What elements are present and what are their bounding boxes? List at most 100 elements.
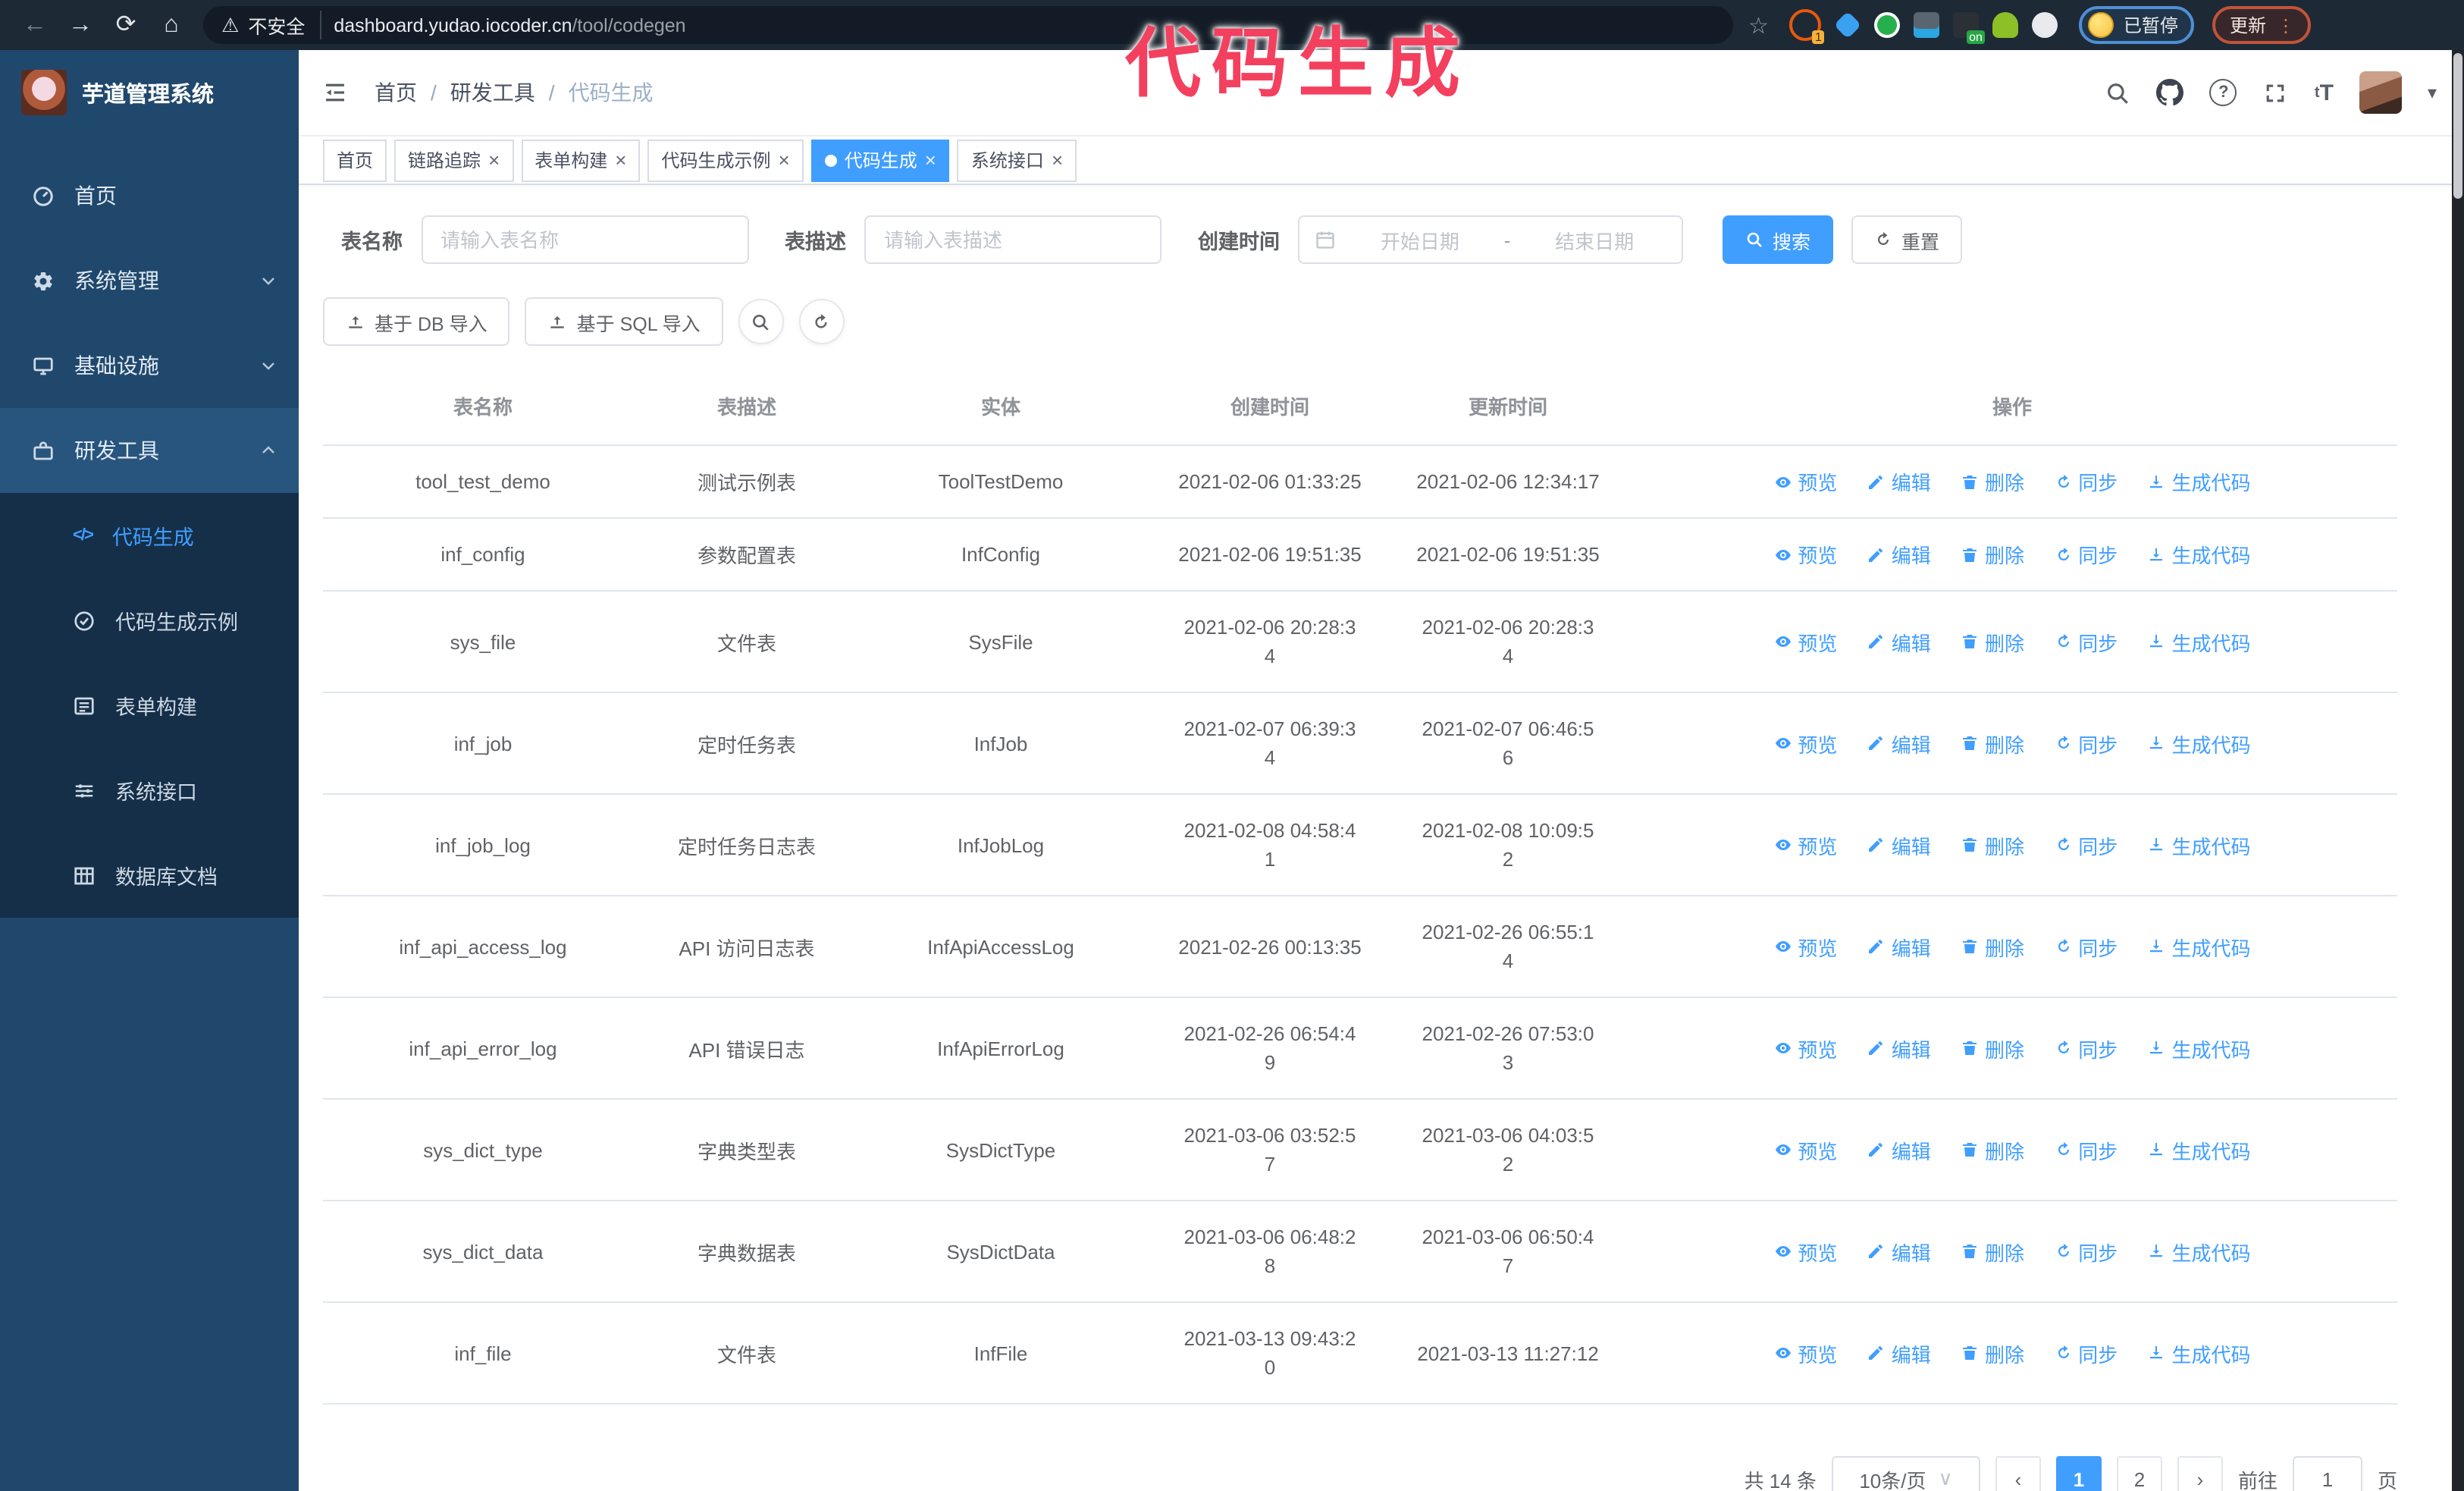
delete-link[interactable]: 删除: [1961, 932, 2024, 961]
edit-link[interactable]: 编辑: [1867, 1237, 1931, 1266]
table-row[interactable]: inf_job_log 定时任务日志表 InfJobLog 2021-02-08…: [323, 794, 2397, 896]
preview-link[interactable]: 预览: [1773, 1339, 1837, 1367]
tab-tracing[interactable]: 链路追踪 ×: [394, 139, 514, 181]
sidebar-collapse-icon[interactable]: [321, 79, 349, 106]
generate-code-link[interactable]: 生成代码: [2148, 540, 2251, 569]
browser-extension-icon[interactable]: [1914, 12, 1940, 38]
goto-page-input[interactable]: [2292, 1456, 2362, 1491]
reset-button[interactable]: 重置: [1851, 215, 1963, 264]
page-scrollbar[interactable]: [2452, 50, 2464, 1491]
edit-link[interactable]: 编辑: [1867, 1135, 1931, 1164]
table-row[interactable]: inf_job 定时任务表 InfJob 2021-02-07 06:39:3 …: [323, 692, 2397, 795]
sync-link[interactable]: 同步: [2054, 627, 2118, 656]
close-icon[interactable]: ×: [1052, 150, 1063, 170]
generate-code-link[interactable]: 生成代码: [2148, 627, 2251, 656]
edit-link[interactable]: 编辑: [1867, 1339, 1931, 1367]
preview-link[interactable]: 预览: [1773, 467, 1837, 496]
browser-extension-icon[interactable]: [1834, 11, 1863, 39]
browser-home-button[interactable]: ⌂: [152, 5, 191, 45]
table-row[interactable]: inf_api_error_log API 错误日志 InfApiErrorLo…: [323, 997, 2397, 1100]
preview-link[interactable]: 预览: [1773, 830, 1837, 859]
preview-link[interactable]: 预览: [1773, 627, 1837, 656]
page-size-select[interactable]: 10条/页 ∨: [1831, 1456, 1980, 1491]
sidebar-item-home[interactable]: 首页: [0, 153, 299, 238]
github-icon[interactable]: [2156, 79, 2184, 106]
table-row[interactable]: sys_dict_data 字典数据表 SysDictData 2021-03-…: [323, 1201, 2397, 1303]
sidebar-item-system-api[interactable]: 系统接口: [0, 748, 299, 833]
delete-link[interactable]: 删除: [1961, 1237, 2024, 1266]
extensions-puzzle-icon[interactable]: [2032, 12, 2058, 38]
scrollbar-thumb[interactable]: [2453, 53, 2462, 199]
address-bar[interactable]: ⚠ 不安全 dashboard.yudao.iocoder.cn/tool/co…: [203, 6, 1733, 44]
sync-link[interactable]: 同步: [2054, 1135, 2118, 1164]
table-row[interactable]: sys_dict_type 字典类型表 SysDictType 2021-03-…: [323, 1099, 2397, 1201]
breadcrumb-devtools[interactable]: 研发工具: [450, 77, 535, 108]
sidebar-item-system[interactable]: 系统管理: [0, 238, 299, 323]
sidebar-item-devtools[interactable]: 研发工具: [0, 408, 299, 493]
sync-link[interactable]: 同步: [2054, 932, 2118, 961]
sync-link[interactable]: 同步: [2054, 1237, 2118, 1266]
prev-page-button[interactable]: ‹: [1995, 1456, 2041, 1491]
delete-link[interactable]: 删除: [1961, 627, 2024, 656]
generate-code-link[interactable]: 生成代码: [2148, 1034, 2251, 1063]
generate-code-link[interactable]: 生成代码: [2148, 932, 2251, 961]
table-row[interactable]: tool_test_demo 测试示例表 ToolTestDemo 2021-0…: [323, 445, 2397, 519]
generate-code-link[interactable]: 生成代码: [2148, 1135, 2251, 1164]
sync-link[interactable]: 同步: [2054, 467, 2118, 496]
tab-form-builder[interactable]: 表单构建 ×: [521, 139, 641, 181]
generate-code-link[interactable]: 生成代码: [2148, 1339, 2251, 1367]
page-button-1[interactable]: 1: [2055, 1456, 2102, 1491]
sidebar-item-form-builder[interactable]: 表单构建: [0, 663, 299, 748]
close-icon[interactable]: ×: [488, 150, 500, 170]
browser-extension-icon[interactable]: on: [1953, 12, 1986, 44]
preview-link[interactable]: 预览: [1773, 932, 1837, 961]
edit-link[interactable]: 编辑: [1867, 1034, 1931, 1063]
date-range-picker[interactable]: 开始日期 - 结束日期: [1298, 215, 1683, 264]
sync-link[interactable]: 同步: [2054, 1034, 2118, 1063]
table-row[interactable]: inf_file 文件表 InfFile 2021-03-13 09:43:2 …: [323, 1302, 2397, 1405]
preview-link[interactable]: 预览: [1773, 540, 1837, 569]
sync-link[interactable]: 同步: [2054, 729, 2118, 758]
refresh-table-button[interactable]: [798, 299, 845, 344]
sidebar-item-db-doc[interactable]: 数据库文档: [0, 833, 299, 918]
sync-link[interactable]: 同步: [2054, 1339, 2118, 1367]
tab-system-api[interactable]: 系统接口 ×: [957, 139, 1077, 181]
edit-link[interactable]: 编辑: [1867, 627, 1931, 656]
edit-link[interactable]: 编辑: [1867, 467, 1931, 496]
delete-link[interactable]: 删除: [1961, 1339, 2024, 1367]
edit-link[interactable]: 编辑: [1867, 932, 1931, 961]
browser-extension-icon[interactable]: [1992, 12, 2019, 38]
edit-link[interactable]: 编辑: [1867, 729, 1931, 758]
bookmark-star-icon[interactable]: ☆: [1748, 11, 1769, 39]
table-row[interactable]: inf_api_access_log API 访问日志表 InfApiAcces…: [323, 896, 2397, 998]
table-desc-input[interactable]: [864, 215, 1161, 264]
search-icon[interactable]: [2105, 80, 2131, 105]
edit-link[interactable]: 编辑: [1867, 830, 1931, 859]
browser-reload-button[interactable]: ⟳: [106, 5, 146, 45]
generate-code-link[interactable]: 生成代码: [2148, 729, 2251, 758]
tab-codegen[interactable]: 代码生成 ×: [810, 139, 950, 181]
security-chip[interactable]: ⚠ 不安全: [221, 11, 322, 39]
delete-link[interactable]: 删除: [1961, 1034, 2024, 1063]
delete-link[interactable]: 删除: [1961, 540, 2024, 569]
delete-link[interactable]: 删除: [1961, 467, 2024, 496]
font-size-icon[interactable]: tT: [2315, 80, 2334, 105]
browser-update-button[interactable]: 更新 ⋮: [2212, 6, 2312, 44]
next-page-button[interactable]: ›: [2177, 1456, 2223, 1491]
delete-link[interactable]: 删除: [1961, 830, 2024, 859]
import-db-button[interactable]: 基于 DB 导入: [323, 297, 510, 346]
browser-extension-icon[interactable]: [1874, 12, 1901, 38]
search-button[interactable]: 搜索: [1723, 215, 1834, 264]
browser-menu-icon[interactable]: ⋮: [2277, 14, 2295, 36]
sync-link[interactable]: 同步: [2054, 540, 2118, 569]
browser-extension-icon[interactable]: 1: [1789, 9, 1825, 44]
table-name-input[interactable]: [421, 215, 748, 264]
breadcrumb-home[interactable]: 首页: [375, 77, 417, 108]
close-icon[interactable]: ×: [779, 150, 790, 170]
page-button-2[interactable]: 2: [2116, 1456, 2162, 1491]
preview-link[interactable]: 预览: [1773, 1135, 1837, 1164]
table-row[interactable]: sys_file 文件表 SysFile 2021-02-06 20:28:3 …: [323, 591, 2397, 693]
preview-link[interactable]: 预览: [1773, 729, 1837, 758]
tab-codegen-example[interactable]: 代码生成示例 ×: [647, 139, 804, 181]
app-logo[interactable]: 芋道管理系统: [0, 50, 299, 135]
